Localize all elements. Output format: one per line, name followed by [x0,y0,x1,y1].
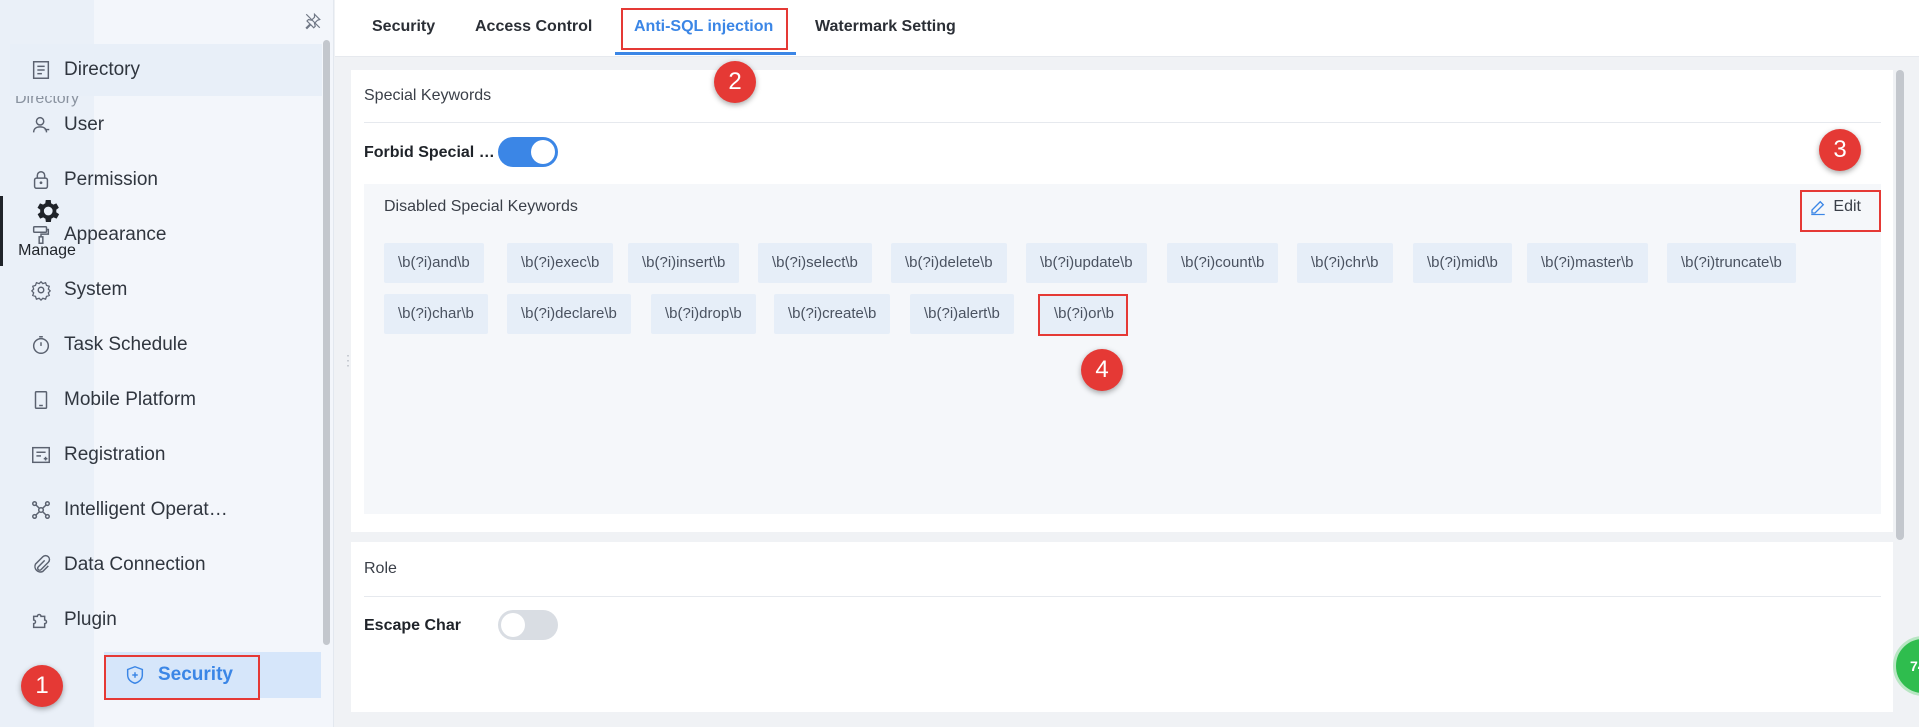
keyword-chip: \b(?i)chr\b [1297,243,1393,283]
sidebar-item-label: Permission [64,169,158,190]
tab-access-control[interactable]: Access Control [475,18,592,36]
sidebar-item-registration[interactable]: Registration [10,429,322,481]
highlight-security-sidebar [104,655,260,700]
keyword-chip: \b(?i)exec\b [507,243,614,283]
puzzle-icon [32,613,48,629]
sidebar-item-appearance[interactable]: Appearance [10,209,322,261]
forbid-special-toggle[interactable] [498,137,558,167]
forbid-special-label: Forbid Special … [364,144,495,161]
toggle-knob [531,140,555,164]
sidebar-item-data-connection[interactable]: Data Connection [10,539,322,591]
divider [364,122,1881,123]
sidebar-item-user[interactable]: User [10,99,322,151]
keyword-chip: \b(?i)alert\b [910,294,1014,334]
disabled-keywords-title: Disabled Special Keywords [384,198,578,215]
sidebar-item-permission[interactable]: Permission [10,154,322,206]
highlight-or-keyword [1038,294,1128,336]
registration-icon [32,446,50,464]
sidebar-item-label: Data Connection [64,554,206,575]
sidebar-item-directory[interactable]: Directory [10,44,322,96]
sidebar-item-label: User [64,114,105,135]
keyword-chip: \b(?i)truncate\b [1667,243,1796,283]
pin-icon[interactable] [304,12,322,30]
sidebar-item-label: Plugin [64,609,117,630]
tab-watermark-setting[interactable]: Watermark Setting [815,18,956,36]
role-card [351,542,1893,712]
toggle-knob [501,613,525,637]
disabled-keywords-panel: Disabled Special Keywords Edit \b(?i)and… [364,184,1881,514]
sidebar-item-task-schedule[interactable]: Task Schedule [10,319,322,371]
document-list-icon [32,61,50,79]
sidebar-item-next-partial [104,712,321,727]
special-keywords-title: Special Keywords [364,87,492,104]
timer-icon [32,336,50,354]
sidebar-item-label: System [64,279,128,300]
keyword-chip: \b(?i)mid\b [1413,243,1512,283]
sidebar-item-plugin[interactable]: Plugin [10,594,322,646]
lock-icon [33,171,49,189]
sidebar-scrollbar[interactable] [323,40,330,645]
escape-char-toggle[interactable] [498,610,558,640]
annotation-badge-2: 2 [714,61,756,103]
paint-roller-icon [32,226,50,244]
keyword-chip: \b(?i)select\b [758,243,872,283]
sidebar-item-system[interactable]: System [10,264,322,316]
role-title: Role [364,560,397,577]
floating-status-badge[interactable]: 74 [1893,636,1919,696]
user-icon [32,116,50,133]
network-icon [32,501,50,519]
annotation-badge-3: 3 [1819,129,1861,171]
keyword-chip: \b(?i)char\b [384,294,488,334]
sidebar-item-label: Task Schedule [64,334,188,355]
keyword-chip: \b(?i)count\b [1167,243,1279,283]
sidebar-item-label: Appearance [64,224,167,245]
keyword-chip: \b(?i)delete\b [891,243,1007,283]
annotation-badge-1: 1 [21,665,63,707]
sidebar-item-label: Mobile Platform [64,389,196,410]
divider [364,596,1881,597]
keyword-chip: \b(?i)declare\b [507,294,631,334]
keyword-chip: \b(?i)master\b [1527,243,1648,283]
sidebar-item-label: Directory [64,59,141,80]
escape-char-label: Escape Char [364,617,461,634]
sidebar-item-label: Intelligent Operat… [64,499,228,520]
paperclip-icon [34,554,51,573]
annotation-badge-4: 4 [1081,349,1123,391]
keyword-chip: \b(?i)update\b [1026,243,1147,283]
sidebar-item-mobile-platform[interactable]: Mobile Platform [10,374,322,426]
highlight-edit-button [1800,190,1881,232]
highlight-anti-sql-tab [621,8,788,50]
active-tab-indicator [615,52,796,55]
tab-security[interactable]: Security [372,18,435,36]
keyword-chip: \b(?i)insert\b [628,243,740,283]
keyword-chip: \b(?i)drop\b [651,294,756,334]
sidebar-item-label: Registration [64,444,166,465]
keyword-chip: \b(?i)create\b [774,294,891,334]
main-scrollbar[interactable] [1896,70,1904,540]
tablet-icon [34,391,48,409]
settings-icon [30,280,52,301]
sidebar-item-intelligent-operation[interactable]: Intelligent Operat… [10,484,322,536]
keyword-chip: \b(?i)and\b [384,243,484,283]
